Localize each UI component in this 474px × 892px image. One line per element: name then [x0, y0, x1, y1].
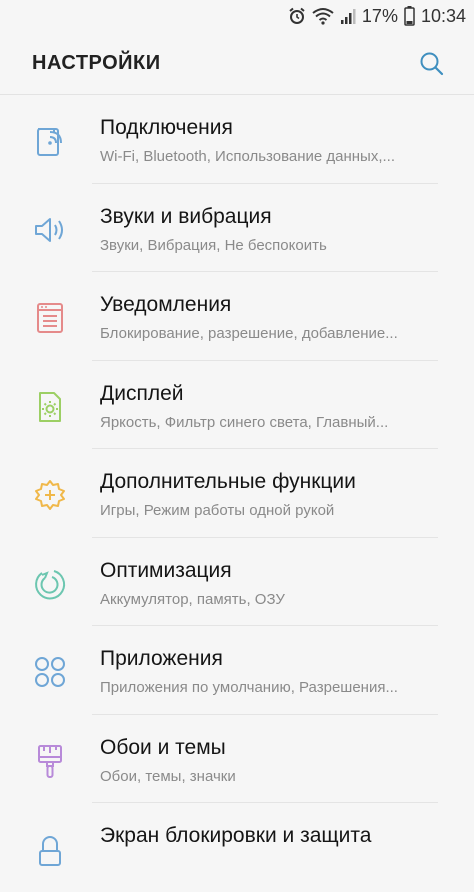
optimization-icon	[30, 564, 70, 604]
display-icon	[30, 387, 70, 427]
lock-screen-icon	[30, 829, 70, 869]
settings-item-title: Приложения	[100, 647, 223, 670]
settings-item-title: Звуки и вибрация	[100, 204, 272, 228]
settings-item-subtitle: Игры, Режим работы одной рукой	[100, 502, 335, 519]
signal-icon	[340, 7, 356, 25]
settings-item-display[interactable]: Дисплей Яркость, Фильтр синего света, Гл…	[0, 361, 474, 449]
wifi-icon	[312, 7, 334, 25]
settings-item-title: Дополнительные функции	[100, 470, 356, 493]
settings-item-subtitle: Яркость, Фильтр синего света, Главный...	[100, 413, 389, 431]
settings-item-title: Обои и темы	[100, 735, 226, 759]
settings-item-title: Дисплей	[100, 381, 184, 405]
app-header: НАСТРОЙКИ	[0, 32, 474, 94]
search-button[interactable]	[418, 50, 446, 78]
connections-icon	[30, 121, 70, 161]
battery-percent: 17%	[361, 6, 398, 26]
status-bar: 17% 10:34	[0, 0, 474, 32]
advanced-features-icon	[30, 475, 70, 515]
settings-item-sounds[interactable]: Звуки и вибрация Звуки, Вибрация, Не бес…	[0, 184, 474, 272]
settings-item-advanced-features[interactable]: Дополнительные функции Игры, Режим работ…	[0, 449, 474, 538]
settings-item-subtitle: Блокирование, разрешение, добавление...	[100, 325, 398, 342]
settings-item-notifications[interactable]: Уведомления Блокирование, разрешение, до…	[0, 272, 474, 361]
settings-item-title: Оптимизация	[100, 558, 232, 582]
settings-item-optimization[interactable]: Оптимизация Аккумулятор, память, ОЗУ	[0, 538, 474, 626]
battery-icon	[404, 6, 415, 26]
status-icons: 17% 10:34	[288, 4, 466, 28]
alarm-icon	[288, 7, 306, 25]
settings-item-lock-screen[interactable]: Экран блокировки и защита	[0, 803, 474, 892]
settings-item-subtitle: Звуки, Вибрация, Не беспокоить	[100, 236, 327, 254]
notifications-icon	[30, 298, 70, 338]
page-title: НАСТРОЙКИ	[32, 52, 161, 74]
search-icon	[420, 52, 444, 76]
sound-icon	[30, 210, 70, 250]
settings-item-apps[interactable]: Приложения Приложения по умолчанию, Разр…	[0, 626, 474, 715]
settings-item-title: Подключения	[100, 116, 233, 139]
settings-item-title: Уведомления	[100, 293, 232, 316]
settings-item-wallpapers[interactable]: Обои и темы Обои, темы, значки	[0, 715, 474, 803]
settings-item-subtitle: Приложения по умолчанию, Разрешения...	[100, 679, 398, 696]
apps-icon	[30, 652, 70, 692]
clock: 10:34	[420, 6, 466, 26]
settings-item-subtitle: Аккумулятор, память, ОЗУ	[100, 590, 285, 608]
settings-item-subtitle: Wi-Fi, Bluetooth, Использование данных,.…	[100, 148, 395, 165]
settings-item-connections[interactable]: Подключения Wi-Fi, Bluetooth, Использова…	[0, 95, 474, 184]
settings-item-subtitle: Обои, темы, значки	[100, 767, 236, 785]
settings-item-title: Экран блокировки и защита	[100, 824, 372, 847]
wallpapers-icon	[30, 741, 70, 781]
settings-list: Подключения Wi-Fi, Bluetooth, Использова…	[0, 95, 474, 892]
